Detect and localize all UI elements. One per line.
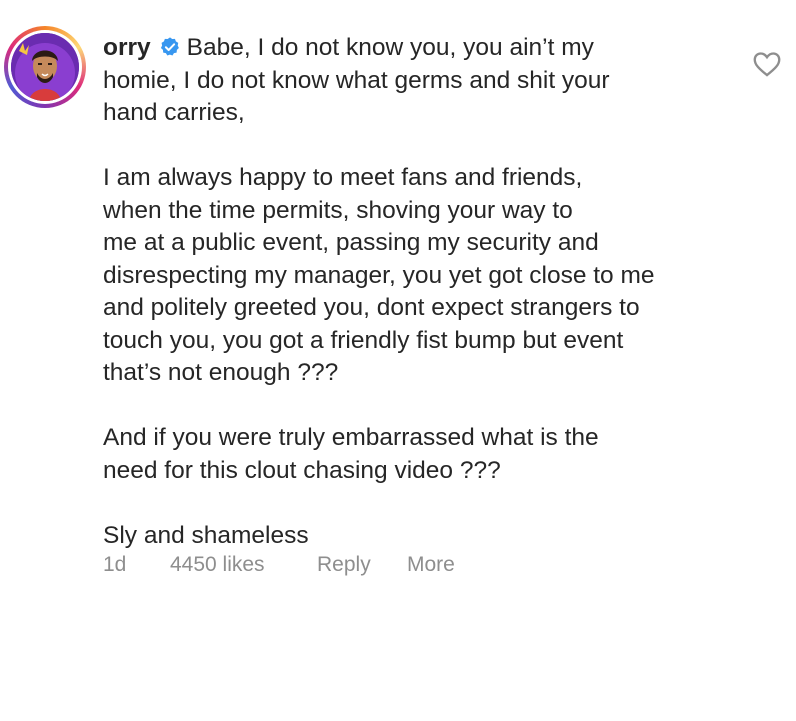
avatar[interactable] — [11, 33, 79, 101]
comment-body: orry Babe, I do not know you, you ain’t m… — [103, 32, 703, 552]
comment-paragraph-2: I am always happy to meet fans and frien… — [103, 162, 703, 390]
comment-meta-row: 1d 4450 likes Reply More — [103, 553, 455, 577]
likes-count-link[interactable]: 4450 likes — [170, 553, 317, 577]
comment-text-line: that’s not enough ??? — [103, 359, 339, 386]
comment-text-line: when the time permits, shoving your way … — [103, 196, 573, 224]
heart-icon[interactable] — [753, 51, 781, 77]
avatar-story-ring[interactable] — [4, 26, 86, 108]
avatar-illustration-icon — [11, 33, 79, 101]
comment-text-line: hand carries, — [103, 99, 245, 126]
comment-text-line: disrespecting my manager, you yet got cl… — [103, 261, 655, 289]
comment-text-line: And if you were truly embarrassed what i… — [103, 424, 599, 451]
comment-paragraph-1: orry Babe, I do not know you, you ain’t m… — [103, 32, 703, 130]
comment-text-line: and politely greeted you, dont expect st… — [103, 294, 640, 321]
comment-paragraph-3: And if you were truly embarrassed what i… — [103, 422, 703, 487]
comment-paragraph-4: Sly and shameless — [103, 520, 703, 553]
comment-text-line: homie, I do not know what germs and shit… — [103, 66, 610, 94]
comment-text-line: I am always happy to meet fans and frien… — [103, 164, 583, 191]
username-link[interactable]: orry — [103, 34, 151, 61]
comment-age: 1d — [103, 553, 127, 576]
comment-text-line: need for this clout chasing video ??? — [103, 456, 501, 484]
comment: orry Babe, I do not know you, you ain’t m… — [0, 0, 796, 721]
reply-button[interactable]: Reply — [317, 553, 407, 577]
verified-badge-icon — [160, 37, 179, 56]
more-button[interactable]: More — [407, 553, 455, 577]
comment-text-line: Sly and shameless — [103, 521, 309, 549]
avatar-ring-gap — [8, 30, 82, 104]
comment-text-line: me at a public event, passing my securit… — [103, 229, 599, 256]
comment-text-line: Babe, I do not know you, you ain’t my — [186, 34, 594, 61]
comment-text-line: touch you, you got a friendly fist bump … — [103, 326, 624, 354]
